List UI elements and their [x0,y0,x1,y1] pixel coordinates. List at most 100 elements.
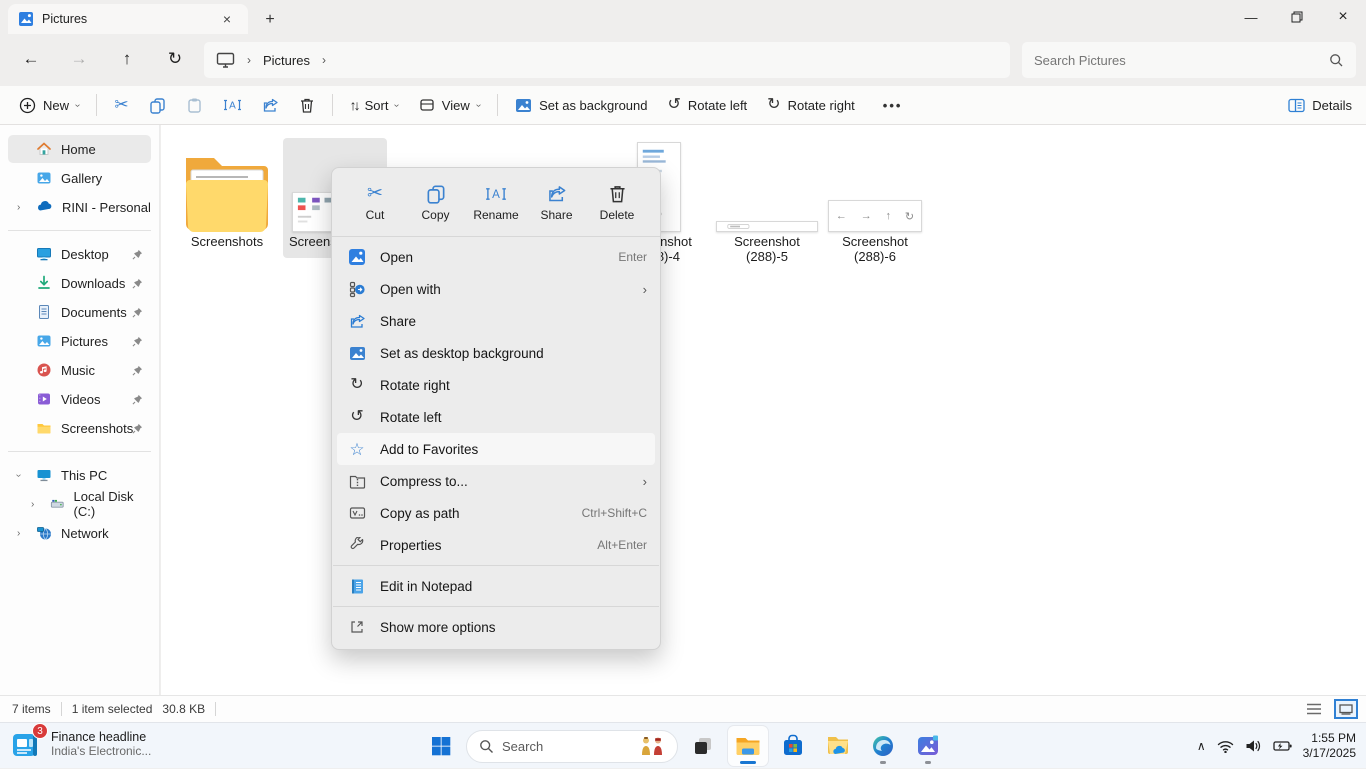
microsoft-store-button[interactable] [773,726,813,766]
share-quick-action[interactable]: Share [530,180,584,226]
menu-item-edit-in-notepad[interactable]: Edit in Notepad [337,570,655,602]
menu-item-rotate-right[interactable]: ↻ Rotate right [337,369,655,401]
copy-quick-action[interactable]: Copy [409,180,463,226]
sidebar-item-screenshots[interactable]: Screenshots [8,414,151,442]
rotate-right-button[interactable]: ↻ Rotate right [758,89,864,121]
task-view-button[interactable] [683,726,723,766]
menu-item-share[interactable]: Share [337,305,655,337]
new-tab-button[interactable]: + [258,8,282,32]
menu-item-add-to-favorites[interactable]: ☆ Add to Favorites [337,433,655,465]
menu-item-compress-to[interactable]: Compress to... › [337,465,655,497]
chevron-right-icon[interactable]: › [17,202,20,213]
chevron-down-icon[interactable]: › [13,473,24,476]
photos-app-button[interactable] [908,726,948,766]
file-explorer-taskbar-button[interactable] [728,726,768,766]
file-explorer-icon [735,735,761,757]
delete-button[interactable] [290,89,324,121]
rename-button[interactable]: A [214,89,251,121]
up-button[interactable]: ↑ [110,42,144,76]
sidebar-item-network[interactable]: › Network [8,519,151,547]
menu-item-open-with[interactable]: Open with › [337,273,655,305]
copy-button[interactable] [140,89,175,121]
rotate-left-button[interactable]: ↺ Rotate left [659,89,757,121]
paste-button[interactable] [177,89,212,121]
menu-item-open[interactable]: Open Enter [337,241,655,273]
menu-item-set-desktop-background[interactable]: Set as desktop background [337,337,655,369]
start-button[interactable] [421,726,461,766]
sort-button[interactable]: ↑↓ Sort › [341,89,408,121]
details-toggle-button[interactable]: Details [1288,98,1352,113]
taskbar-search-box[interactable]: Search [466,730,678,763]
file-name: Screenshot(288)-5 [715,234,819,264]
close-button[interactable]: × [1320,0,1366,34]
folder-tile-screenshots[interactable]: Screenshots [175,138,279,264]
background-image-icon [515,98,532,113]
menu-item-properties[interactable]: Properties Alt+Enter [337,529,655,561]
sidebar-item-local-disk[interactable]: › Local Disk (C:) [8,490,151,518]
details-view-button[interactable] [1302,699,1326,719]
rotate-right-icon: ↻ [767,97,780,113]
chevron-right-icon[interactable]: › [17,528,20,539]
system-tray: ∧ 1:55 PM 3/17/2025 [1197,723,1356,769]
sidebar-item-videos[interactable]: Videos [8,385,151,413]
sidebar-item-this-pc[interactable]: › This PC [8,461,151,489]
pin-icon [132,423,143,434]
breadcrumb-pictures[interactable]: Pictures [263,53,310,68]
cut-quick-action[interactable]: ✂ Cut [348,180,402,226]
sidebar-item-onedrive[interactable]: › RINI - Personal [8,193,151,221]
menu-item-rotate-left[interactable]: ↺ Rotate left [337,401,655,433]
sidebar-item-gallery[interactable]: Gallery [8,164,151,192]
see-more-button[interactable]: ••• [866,89,920,121]
minimize-button[interactable]: — [1228,0,1274,34]
sidebar-item-home[interactable]: Home [8,135,151,163]
forward-button[interactable]: → [62,42,96,76]
sidebar-item-label: Gallery [61,171,102,186]
back-button[interactable]: ← [14,42,48,76]
sidebar-item-music[interactable]: Music [8,356,151,384]
explorer-search[interactable] [1022,42,1356,78]
tray-chevron-up-icon[interactable]: ∧ [1197,739,1206,753]
new-button[interactable]: New › [10,89,88,121]
search-input[interactable] [1034,53,1329,68]
address-bar[interactable]: › Pictures › [204,42,1010,78]
sidebar-item-desktop[interactable]: Desktop [8,240,151,268]
edge-browser-button[interactable] [863,726,903,766]
file-tile-screenshot-288-6[interactable]: ←→↑↻ Screenshot(288)-6 [823,138,927,264]
sidebar-item-pictures[interactable]: Pictures [8,327,151,355]
set-as-background-button[interactable]: Set as background [506,89,656,121]
menu-item-label: Copy as path [380,506,582,521]
volume-icon[interactable] [1245,739,1262,753]
sidebar-item-documents[interactable]: Documents [8,298,151,326]
tab-pictures[interactable]: Pictures × [8,4,248,34]
share-button[interactable] [253,89,288,121]
restore-button[interactable] [1274,0,1320,34]
onedrive-folder-button[interactable] [818,726,858,766]
delete-quick-action[interactable]: Delete [590,180,644,226]
toolbar-divider [332,94,333,116]
local-disk-icon [50,496,65,512]
rename-quick-action[interactable]: A Rename [469,180,523,226]
sidebar-item-downloads[interactable]: Downloads [8,269,151,297]
menu-item-show-more-options[interactable]: Show more options [337,611,655,643]
view-button[interactable]: View › [410,89,489,121]
battery-icon[interactable] [1273,740,1292,752]
wifi-icon[interactable] [1217,740,1234,753]
refresh-button[interactable]: ↻ [158,42,192,76]
breadcrumb-separator-icon: › [322,53,326,67]
menu-item-shortcut: Ctrl+Shift+C [582,506,647,520]
view-icon [419,97,435,113]
quick-action-label: Copy [421,208,449,222]
wrench-icon [347,537,367,553]
widgets-button[interactable]: 3 Finance headline India's Electronic... [10,728,151,760]
cut-button[interactable]: ✂ [105,89,137,121]
large-icons-view-button[interactable] [1334,699,1358,719]
clock[interactable]: 1:55 PM 3/17/2025 [1303,731,1356,761]
show-more-options-icon [347,619,367,635]
sort-button-label: Sort [365,98,389,113]
tab-close-icon[interactable]: × [216,8,238,30]
menu-item-copy-as-path[interactable]: Copy as path Ctrl+Shift+C [337,497,655,529]
file-tile-screenshot-288-5[interactable]: Screenshot(288)-5 [715,138,819,264]
menu-item-label: Rotate right [380,378,647,393]
chevron-right-icon[interactable]: › [31,499,34,510]
screenshot-thumbnail: ←→↑↻ [828,200,922,232]
